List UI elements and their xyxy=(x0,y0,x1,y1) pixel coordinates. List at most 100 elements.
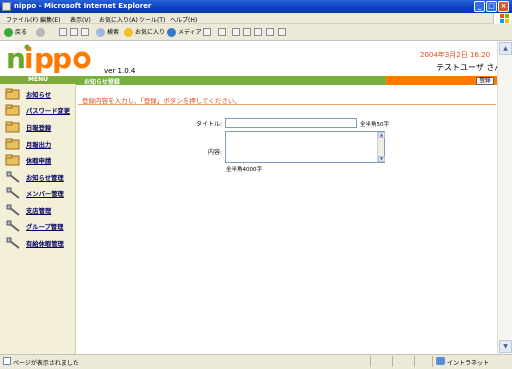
folder-icon[interactable] xyxy=(254,28,262,36)
divider xyxy=(78,104,496,105)
sidebar-item-leave-request[interactable]: 休暇申請 xyxy=(5,154,77,166)
status-divider xyxy=(414,356,415,367)
body-label: 内容: xyxy=(207,149,222,156)
nippo-logo: n i p p xyxy=(6,43,91,73)
sidebar-item-password[interactable]: パスワード変更 xyxy=(5,104,77,116)
folder-icon xyxy=(5,154,20,166)
current-datetime: 2004年3月2日 16:20 xyxy=(420,51,491,59)
research-icon[interactable] xyxy=(278,28,286,36)
intranet-icon xyxy=(436,357,445,365)
print-icon[interactable] xyxy=(232,28,240,36)
media-icon xyxy=(167,28,176,37)
sidebar-item-paid-leave-admin[interactable]: 有給休暇管理 xyxy=(5,237,77,249)
status-divider xyxy=(392,356,393,367)
browser-toolbar: 戻る 検索 お気に入り メディア xyxy=(0,24,512,41)
forward-arrow-icon xyxy=(36,28,45,37)
status-text: ページが表示されました xyxy=(13,360,79,367)
favorites-button[interactable]: お気に入り xyxy=(124,27,165,38)
sidebar-item-label: パスワード変更 xyxy=(26,108,71,115)
messenger-icon[interactable] xyxy=(266,28,274,36)
window-title: nippo - Microsoft Internet Explorer xyxy=(14,2,152,10)
body-hint: 全半角4000字 xyxy=(226,167,262,173)
status-divider xyxy=(370,356,371,367)
tools-icon xyxy=(6,220,20,232)
tools-icon xyxy=(6,237,20,249)
sidebar-item-label: 月報出力 xyxy=(26,142,52,149)
textarea-scrollbar[interactable]: ▲ ▼ xyxy=(377,132,385,162)
body-textarea[interactable] xyxy=(225,131,385,163)
sidebar-item-monthly-output[interactable]: 月報出力 xyxy=(5,138,77,150)
sidebar-item-label: 有給休暇管理 xyxy=(26,241,64,248)
mail-icon[interactable] xyxy=(218,28,226,36)
history-icon[interactable] xyxy=(203,28,211,36)
window-title-bar: nippo - Microsoft Internet Explorer xyxy=(0,0,512,13)
search-button[interactable]: 検索 xyxy=(96,27,119,38)
edit-icon[interactable] xyxy=(243,28,251,36)
home-icon[interactable] xyxy=(81,28,89,36)
page-title: お知らせ登録 xyxy=(84,79,120,86)
folder-icon xyxy=(5,121,20,133)
ie-icon xyxy=(2,2,11,11)
sidebar-item-notice-admin[interactable]: お知らせ管理 xyxy=(5,171,77,183)
windows-logo-icon xyxy=(493,13,512,24)
search-label: 検索 xyxy=(107,29,120,36)
sidebar-item-member-admin[interactable]: メンバー管理 xyxy=(5,187,77,199)
menu-favorites[interactable]: お気に入り(A) xyxy=(99,15,138,24)
content-header-bar xyxy=(76,76,512,85)
menu-view[interactable]: 表示(V) xyxy=(70,15,91,24)
media-button[interactable]: メディア xyxy=(167,27,202,38)
scroll-up-icon[interactable]: ▲ xyxy=(499,42,512,55)
svg-text:n: n xyxy=(6,43,26,73)
register-button[interactable]: 登録 xyxy=(476,77,494,85)
sidebar-item-group-admin[interactable]: グループ管理 xyxy=(5,220,77,232)
stop-icon[interactable] xyxy=(59,28,67,36)
forward-button[interactable] xyxy=(36,27,47,38)
sidebar-item-label: 日報登録 xyxy=(26,125,52,132)
search-icon xyxy=(96,28,105,37)
scroll-down-icon[interactable]: ▼ xyxy=(378,156,385,162)
tools-icon xyxy=(6,171,20,183)
minimize-button[interactable]: _ xyxy=(474,1,485,12)
sidebar-item-label: 休暇申請 xyxy=(26,158,52,165)
maximize-button[interactable]: □ xyxy=(486,1,497,12)
user-name: テストユーザ さん xyxy=(436,63,503,72)
title-input[interactable] xyxy=(225,118,357,128)
back-label: 戻る xyxy=(15,29,28,36)
content-header-green xyxy=(76,76,386,85)
sidebar-item-notices[interactable]: お知らせ xyxy=(5,88,77,100)
title-hint: 全半角50字 xyxy=(360,122,389,128)
back-button[interactable]: 戻る xyxy=(4,27,27,38)
sidebar-item-label: お知らせ管理 xyxy=(26,175,64,182)
sidebar-item-daily-report[interactable]: 日報登録 xyxy=(5,121,77,133)
tools-icon xyxy=(6,204,20,216)
menu-edit[interactable]: 編集(E) xyxy=(40,15,60,24)
back-arrow-icon xyxy=(4,28,13,37)
menu-help[interactable]: ヘルプ(H) xyxy=(170,15,197,24)
folder-icon xyxy=(5,88,20,100)
menu-tools[interactable]: ツール(T) xyxy=(139,15,165,24)
star-icon xyxy=(124,28,133,37)
refresh-icon[interactable] xyxy=(70,28,78,36)
sidebar-item-label: お知らせ xyxy=(26,92,52,99)
version-label: ver 1.0.4 xyxy=(104,67,136,75)
scroll-up-icon[interactable]: ▲ xyxy=(378,132,385,138)
sidebar-item-label: メンバー管理 xyxy=(26,191,64,198)
page-icon xyxy=(3,357,11,365)
svg-text:p: p xyxy=(52,43,72,73)
sidebar-item-branch-admin[interactable]: 支店管理 xyxy=(5,204,77,216)
media-label: メディア xyxy=(178,29,202,36)
menu-bar: ファイル(F) 編集(E) 表示(V) お気に入り(A) ツール(T) ヘルプ(… xyxy=(0,13,512,24)
folder-icon xyxy=(5,138,20,150)
close-button[interactable]: × xyxy=(498,1,509,12)
status-divider xyxy=(432,356,433,367)
scroll-down-icon[interactable]: ▼ xyxy=(499,340,512,353)
zone-text: イントラネット xyxy=(447,360,490,367)
title-label: タイトル: xyxy=(195,121,222,128)
tools-icon xyxy=(6,187,20,199)
menu-file[interactable]: ファイル(F) xyxy=(6,15,38,24)
sidebar-item-label: グループ管理 xyxy=(26,224,64,231)
sidebar-item-label: 支店管理 xyxy=(26,208,52,215)
favorites-label: お気に入り xyxy=(135,29,166,36)
page-scrollbar[interactable]: ▲ ▼ xyxy=(497,41,512,354)
menu-heading: MENU xyxy=(0,76,76,84)
